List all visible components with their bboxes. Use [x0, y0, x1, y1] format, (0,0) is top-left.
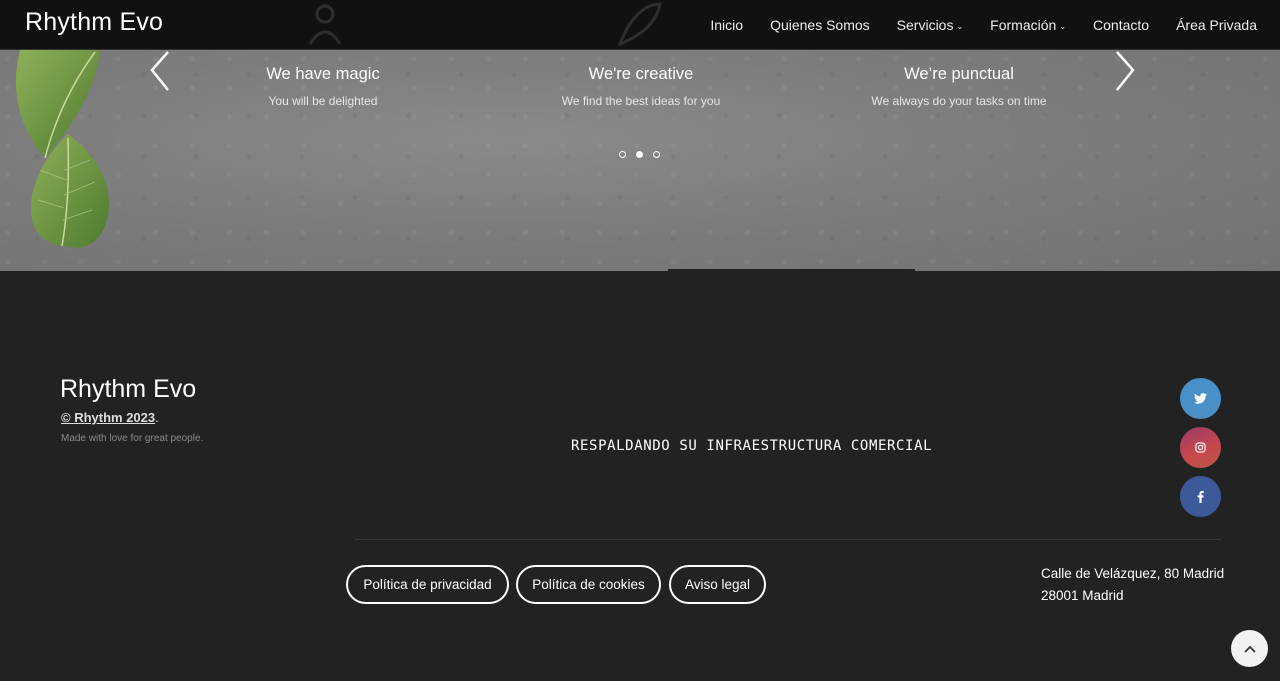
slider-dot-3[interactable]	[653, 151, 660, 158]
address-line-1: Calle de Velázquez, 80 Madrid	[1041, 566, 1225, 581]
slide-item: We’re punctual We always do your tasks o…	[809, 65, 1109, 108]
testimonial-slider: We have magic You will be delighted We'r…	[0, 50, 1280, 271]
nav-item-quienes-somos[interactable]: Quienes Somos	[770, 17, 870, 33]
nav-item-inicio[interactable]: Inicio	[710, 17, 743, 33]
slide-item: We have magic You will be delighted	[173, 65, 473, 108]
footer-brand: Rhythm Evo	[60, 375, 197, 403]
nav-item-label: Quienes Somos	[770, 17, 870, 33]
slider-next-arrow-icon[interactable]	[1109, 50, 1139, 94]
chevron-down-icon: ⌄	[1059, 22, 1067, 31]
footer-divider	[355, 539, 1221, 540]
nav-menu: Inicio Quienes Somos Servicios ⌄ Formació…	[683, 0, 1257, 50]
scroll-to-top-button[interactable]	[1231, 630, 1268, 667]
company-address: Calle de Velázquez, 80 Madrid 28001 Madr…	[1041, 563, 1224, 607]
facebook-icon	[1197, 490, 1204, 503]
facebook-button[interactable]	[1180, 476, 1221, 517]
address-line-2: 28001 Madrid	[1041, 588, 1124, 603]
nav-item-label: Servicios	[896, 17, 954, 33]
copyright-link[interactable]: © Rhythm 2023	[61, 410, 155, 425]
privacy-policy-button[interactable]: Política de privacidad	[346, 565, 509, 604]
slide-title: We have magic	[266, 65, 380, 83]
slide-subtitle: We always do your tasks on time	[871, 94, 1047, 108]
nav-item-label: Área Privada	[1176, 17, 1257, 33]
slide-item: We're creative We find the best ideas fo…	[491, 65, 791, 108]
cookie-policy-button[interactable]: Política de cookies	[516, 565, 661, 604]
instagram-button[interactable]	[1180, 427, 1221, 468]
brand-logo[interactable]: Rhythm Evo	[25, 8, 163, 37]
nav-item-area-privada[interactable]: Área Privada	[1176, 17, 1257, 33]
slide-subtitle: We find the best ideas for you	[561, 94, 721, 108]
twitter-icon	[1194, 393, 1207, 404]
section-divider	[668, 269, 915, 271]
decorative-person-icon	[308, 4, 342, 45]
nav-item-servicios[interactable]: Servicios ⌄	[897, 17, 964, 33]
footer-tagline: RESPALDANDO SU INFRAESTRUCTURA COMERCIAL	[571, 438, 933, 454]
chevron-up-icon	[1243, 645, 1256, 653]
nav-item-label: Inicio	[710, 17, 744, 33]
decorative-leaf-icon	[617, 2, 662, 47]
made-with-text: Made with love for great people.	[61, 433, 204, 444]
nav-item-label: Contacto	[1093, 17, 1150, 33]
top-navbar: Rhythm Evo Inicio Quienes Somos Servicio…	[0, 0, 1280, 50]
chevron-down-icon: ⌄	[956, 22, 964, 31]
instagram-icon	[1195, 442, 1206, 453]
nav-item-contacto[interactable]: Contacto	[1093, 17, 1149, 33]
slider-pagination	[619, 151, 670, 158]
decorative-leaves-image	[15, 50, 109, 248]
slider-dot-1[interactable]	[619, 151, 626, 158]
nav-item-label: Formación	[990, 17, 1057, 33]
copyright: © Rhythm 2023.	[61, 410, 159, 425]
twitter-button[interactable]	[1180, 378, 1221, 419]
copyright-suffix: .	[155, 410, 159, 425]
slide-title: We're creative	[588, 65, 694, 83]
slider-dot-2[interactable]	[636, 151, 643, 158]
legal-notice-button[interactable]: Aviso legal	[669, 565, 766, 604]
nav-item-formacion[interactable]: Formación ⌄	[990, 17, 1066, 33]
slide-subtitle: You will be delighted	[268, 94, 378, 108]
slide-title: We’re punctual	[904, 65, 1014, 83]
